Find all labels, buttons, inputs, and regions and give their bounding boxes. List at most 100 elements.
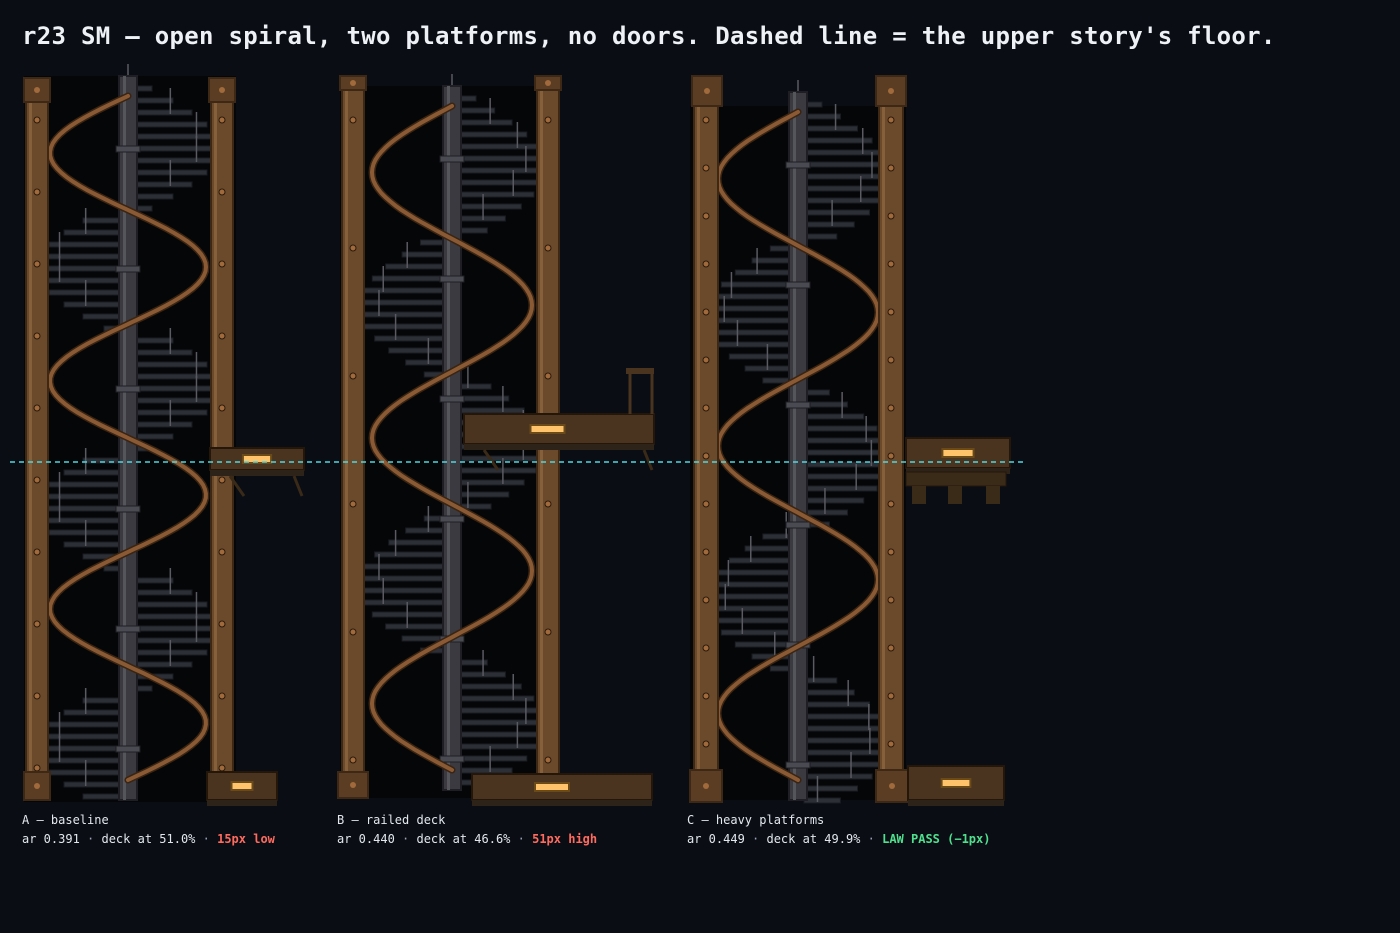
rivet (887, 356, 895, 364)
rivet (33, 764, 41, 772)
stair-step (133, 385, 221, 392)
rivet (702, 116, 710, 124)
rivet (702, 740, 710, 748)
rivet (219, 87, 225, 93)
rivet (702, 452, 710, 460)
rivet (218, 620, 226, 628)
pole-collar (115, 745, 141, 753)
stair-step (371, 611, 447, 618)
stair-step (38, 493, 123, 500)
rivet (218, 116, 226, 124)
rivet (33, 476, 41, 484)
rivet (887, 212, 895, 220)
stair-step (803, 137, 873, 144)
rivet (887, 164, 895, 172)
deck-underframe (905, 471, 1007, 487)
stair-step (457, 155, 545, 162)
stair-step (357, 587, 447, 594)
deck-position: deck at 46.6% (416, 832, 511, 846)
stair-step (751, 257, 793, 264)
stair-step (385, 623, 447, 630)
stair-step (457, 215, 506, 222)
stair-step (803, 713, 882, 720)
deck-position: deck at 49.9% (766, 832, 861, 846)
rivet (544, 500, 552, 508)
rivet (702, 596, 710, 604)
pole-collar (785, 281, 811, 289)
deck-leg (948, 486, 962, 504)
deck-leg (912, 486, 926, 504)
stair-step (710, 617, 793, 624)
stair-step (457, 107, 496, 114)
stair-step (82, 697, 123, 704)
caption-a: A — baseline ar 0.391 · deck at 51.0% · … (22, 813, 275, 846)
stair-step (457, 491, 510, 498)
pole-collar (439, 755, 465, 763)
stair-step (457, 743, 539, 750)
rivet (887, 308, 895, 316)
sprite-a (23, 64, 305, 806)
stair-step (803, 161, 891, 168)
stair-step (803, 497, 865, 504)
pole-collar (115, 625, 141, 633)
rivet (702, 308, 710, 316)
rivet (350, 782, 356, 788)
pole-collar (785, 521, 811, 529)
rivet (544, 116, 552, 124)
rivet (218, 692, 226, 700)
stair-step (744, 365, 793, 372)
rivet (33, 260, 41, 268)
stair-step (457, 383, 492, 390)
stair-step (388, 347, 447, 354)
stair-step (803, 785, 859, 792)
pole-collar (439, 395, 465, 403)
stair-step (63, 301, 123, 308)
stair-step (803, 437, 887, 444)
rivet (349, 116, 357, 124)
sprite-stage (10, 64, 1025, 806)
stair-step (133, 157, 218, 164)
stair-step (133, 193, 174, 200)
rivet (887, 692, 895, 700)
stair-step (133, 637, 218, 644)
rivet (702, 500, 710, 508)
rivet (887, 452, 895, 460)
stair-step (63, 229, 123, 236)
rivet (544, 244, 552, 252)
stair-step (38, 517, 123, 524)
rivet (702, 212, 710, 220)
stair-step (133, 97, 174, 104)
stair-step (803, 185, 890, 192)
aspect-ratio: ar 0.391 (22, 832, 80, 846)
rivet (702, 260, 710, 268)
sprite-c (689, 75, 1011, 806)
rivet (702, 404, 710, 412)
stair-step (803, 473, 887, 480)
deck-lamp (940, 778, 972, 788)
aspect-ratio: ar 0.449 (687, 832, 745, 846)
stair-step (133, 349, 193, 356)
rivet (702, 356, 710, 364)
rivet (887, 644, 895, 652)
stair-step (82, 217, 123, 224)
stair-step (133, 133, 218, 140)
rivet (34, 783, 40, 789)
stair-step (374, 335, 447, 342)
stair-step (63, 781, 123, 788)
stair-step (457, 407, 525, 414)
stair-step (133, 625, 221, 632)
stair-step (457, 455, 544, 462)
verdict-badge: 15px low (217, 832, 275, 846)
stair-step (457, 227, 488, 234)
stair-step (744, 545, 793, 552)
stair-step (405, 359, 447, 366)
stair-step (358, 575, 447, 582)
stair-step (38, 277, 123, 284)
rivet (349, 372, 357, 380)
rivet (33, 188, 41, 196)
stair-step (707, 329, 793, 336)
stair-step (358, 311, 447, 318)
pole-collar (115, 145, 141, 153)
stair-step (707, 581, 793, 588)
center-pole (442, 85, 462, 791)
